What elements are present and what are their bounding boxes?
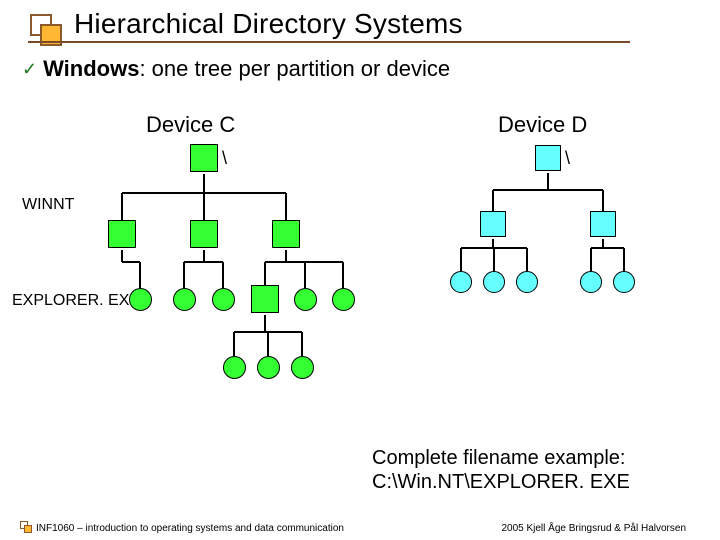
page-title: Hierarchical Directory Systems [74,8,463,40]
c-file-explorer [129,288,152,311]
device-d-label: Device D [498,112,587,138]
d-dir-right [590,211,616,237]
device-c-label: Device C [146,112,235,138]
example-line2: C:\Win.NT\EXPLORER. EXE [372,471,630,493]
c-file-r1 [294,288,317,311]
c-bar-l4 [234,331,302,333]
example-line1: Complete filename example: [372,447,625,469]
c-file-r2 [332,288,355,311]
c-bar-right-l3 [265,261,343,263]
footer-right: 2005 Kjell Åge Bringsrud & Pål Halvorsen [501,523,686,534]
device-d-root-label: \ [565,148,570,169]
winnt-label: WINNT [22,196,74,214]
example-text: Complete filename example: C:\Win.NT\EXP… [372,446,630,494]
title-underline [28,41,630,43]
bullet-strong: Windows [43,56,139,81]
c-dir-3 [272,220,300,248]
c-dir-2 [190,220,218,248]
d-dir-left [480,211,506,237]
d-file-l1 [450,271,472,293]
d-connectors [0,96,720,426]
explorer-label: EXPLORER. EXE [12,292,140,310]
c-subdir [251,285,279,313]
diagram: Device C \ WINNT EXPLORER. EXE [0,96,720,426]
d-file-r1 [580,271,602,293]
c-dir-winnt [108,220,136,248]
c-root-square [190,144,218,172]
footer-left: INF1060 – introduction to operating syst… [36,523,344,534]
c-leaf-2 [257,356,280,379]
c-bar-l2 [122,192,286,194]
bullet-text: Windows: one tree per partition or devic… [43,56,450,82]
c-connectors [0,96,720,426]
d-bar-right-l3 [591,247,624,249]
d-root [535,145,561,171]
d-file-l2 [483,271,505,293]
c-bar-mid-l3 [184,261,223,263]
d-bar-left-l3 [461,247,527,249]
bullet-row: ✓ Windows: one tree per partition or dev… [22,56,450,82]
bullet-rest: : one tree per partition or device [139,56,450,81]
c-file-m1 [173,288,196,311]
c-leaf-1 [223,356,246,379]
title-area: Hierarchical Directory Systems [0,0,720,48]
d-bar-l2 [493,189,603,191]
c-leaf-3 [291,356,314,379]
slide: Hierarchical Directory Systems ✓ Windows… [0,0,720,540]
device-c-root-label: \ [222,148,227,169]
check-icon: ✓ [22,59,37,80]
footer-logo [20,521,33,536]
d-file-r2 [613,271,635,293]
c-file-m2 [212,288,235,311]
d-file-l3 [516,271,538,293]
